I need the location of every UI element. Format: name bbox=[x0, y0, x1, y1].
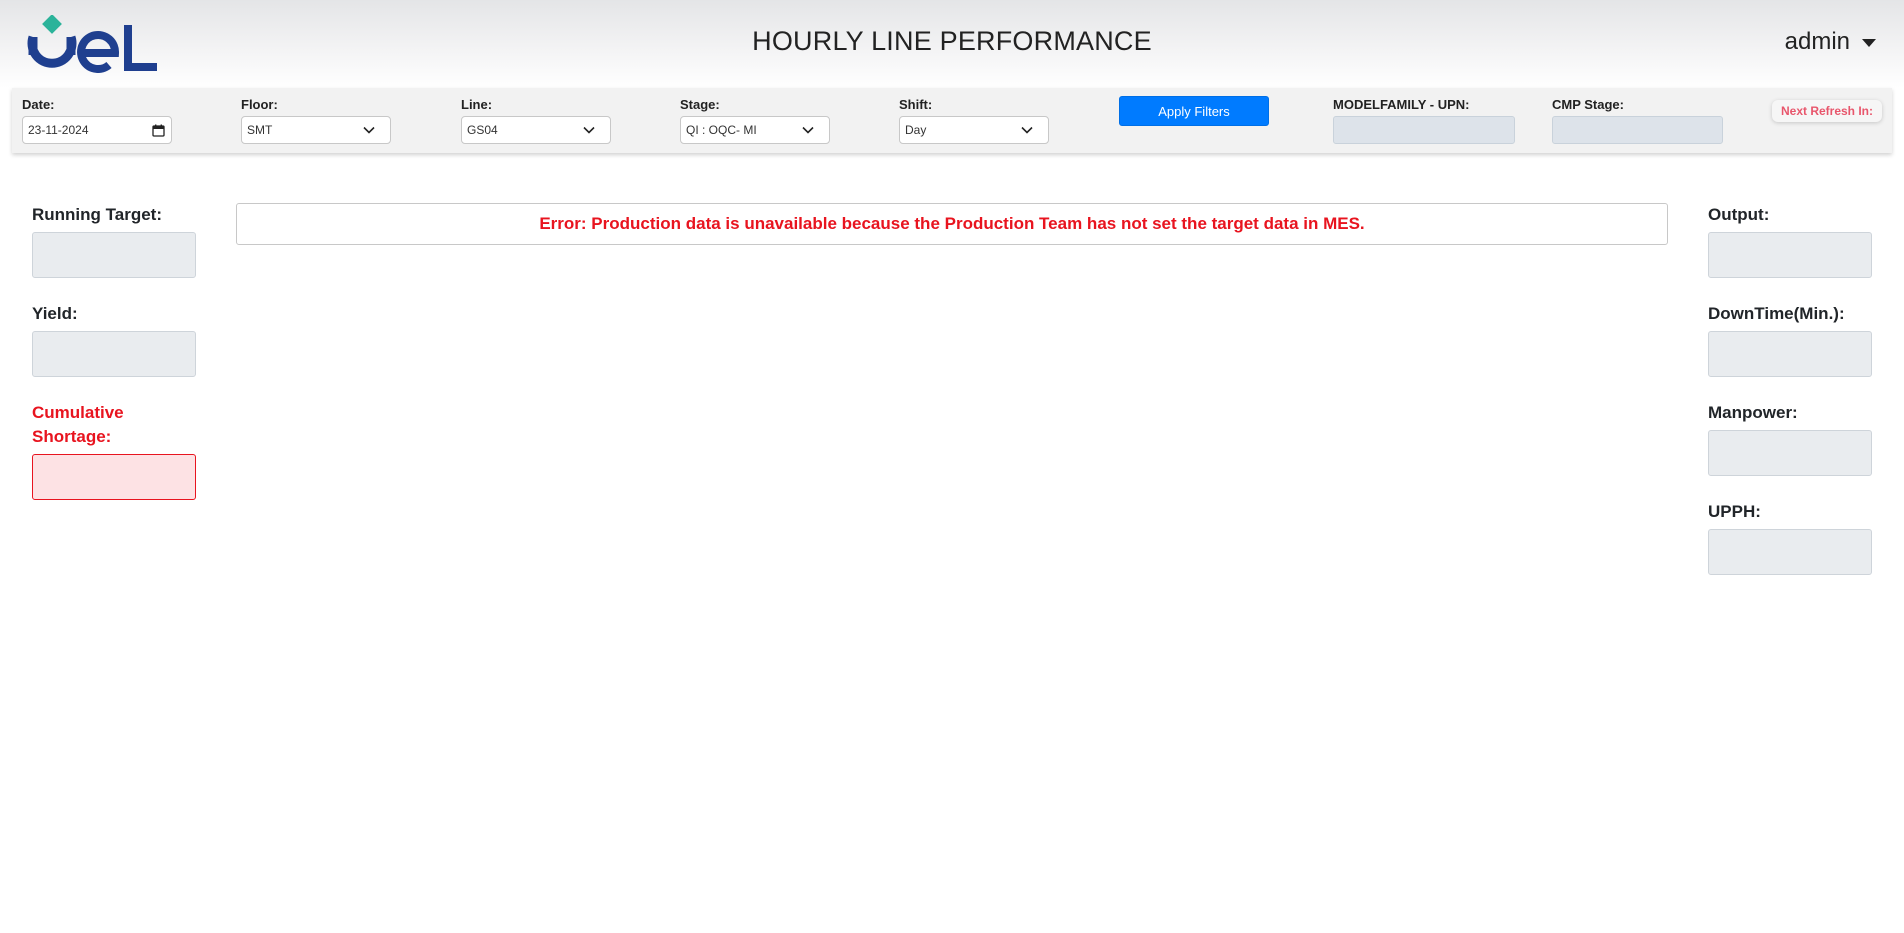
downtime-label: DownTime(Min.): bbox=[1708, 304, 1845, 323]
manpower-value bbox=[1708, 430, 1872, 476]
line-select[interactable]: GS04 bbox=[461, 116, 611, 144]
page-title: HOURLY LINE PERFORMANCE bbox=[752, 26, 1152, 56]
date-value: 23-11-2024 bbox=[28, 123, 89, 137]
caret-down-icon[interactable] bbox=[1862, 39, 1876, 47]
stage-value: QI : OQC- MI bbox=[686, 123, 757, 137]
output-value bbox=[1708, 232, 1872, 278]
yield-label: Yield: bbox=[32, 304, 78, 323]
error-alert: Error: Production data is unavailable be… bbox=[236, 203, 1668, 245]
chevron-down-icon bbox=[802, 126, 814, 134]
cumulative-shortage-value bbox=[32, 454, 196, 500]
app-header: HOURLY LINE PERFORMANCE admin bbox=[0, 0, 1904, 88]
user-menu[interactable]: admin bbox=[1785, 28, 1876, 56]
chevron-down-icon bbox=[583, 126, 595, 134]
calendar-icon[interactable] bbox=[152, 124, 165, 137]
line-value: GS04 bbox=[467, 123, 498, 137]
date-label: Date: bbox=[22, 97, 55, 112]
modelfamily-upn-field: MODELFAMILY - UPN: bbox=[1333, 98, 1515, 144]
date-filter: Date: 23-11-2024 bbox=[22, 98, 172, 144]
floor-select[interactable]: SMT bbox=[241, 116, 391, 144]
floor-label: Floor: bbox=[241, 97, 278, 112]
cumulative-shortage-label-line2: Shortage: bbox=[32, 427, 112, 446]
running-target-label: Running Target: bbox=[32, 205, 162, 224]
line-filter: Line: GS04 bbox=[461, 98, 611, 144]
cmp-stage-field: CMP Stage: bbox=[1552, 98, 1723, 144]
modelfamily-upn-label: MODELFAMILY - UPN: bbox=[1333, 97, 1470, 112]
output-label: Output: bbox=[1708, 205, 1770, 224]
date-input[interactable]: 23-11-2024 bbox=[22, 116, 172, 144]
chevron-down-icon bbox=[363, 126, 375, 134]
floor-value: SMT bbox=[247, 123, 273, 137]
cmp-stage-value bbox=[1552, 116, 1723, 144]
shift-filter: Shift: Day bbox=[899, 98, 1049, 144]
downtime-value bbox=[1708, 331, 1872, 377]
upph-value bbox=[1708, 529, 1872, 575]
shift-label: Shift: bbox=[899, 97, 933, 112]
apply-filters-button[interactable]: Apply Filters bbox=[1119, 96, 1269, 126]
cumulative-shortage-label-line1: Cumulative bbox=[32, 403, 124, 422]
manpower-label: Manpower: bbox=[1708, 403, 1798, 422]
stage-filter: Stage: QI : OQC- MI bbox=[680, 98, 830, 144]
floor-filter: Floor: SMT bbox=[241, 98, 391, 144]
cumulative-shortage-label: Cumulative Shortage: bbox=[32, 401, 124, 449]
next-refresh-badge: Next Refresh In: bbox=[1772, 100, 1882, 122]
cmp-stage-label: CMP Stage: bbox=[1552, 97, 1624, 112]
stage-label: Stage: bbox=[680, 97, 720, 112]
shift-select[interactable]: Day bbox=[899, 116, 1049, 144]
yield-value bbox=[32, 331, 196, 377]
chevron-down-icon bbox=[1021, 126, 1033, 134]
upph-label: UPPH: bbox=[1708, 502, 1761, 521]
error-message: Error: Production data is unavailable be… bbox=[539, 214, 1365, 233]
filter-bar: Date: 23-11-2024 Floor: SMT Line: GS04 S… bbox=[12, 88, 1892, 153]
stage-select[interactable]: QI : OQC- MI bbox=[680, 116, 830, 144]
shift-value: Day bbox=[905, 123, 927, 137]
running-target-value bbox=[32, 232, 196, 278]
modelfamily-upn-value bbox=[1333, 116, 1515, 144]
username: admin bbox=[1784, 28, 1850, 55]
line-label: Line: bbox=[461, 97, 493, 112]
